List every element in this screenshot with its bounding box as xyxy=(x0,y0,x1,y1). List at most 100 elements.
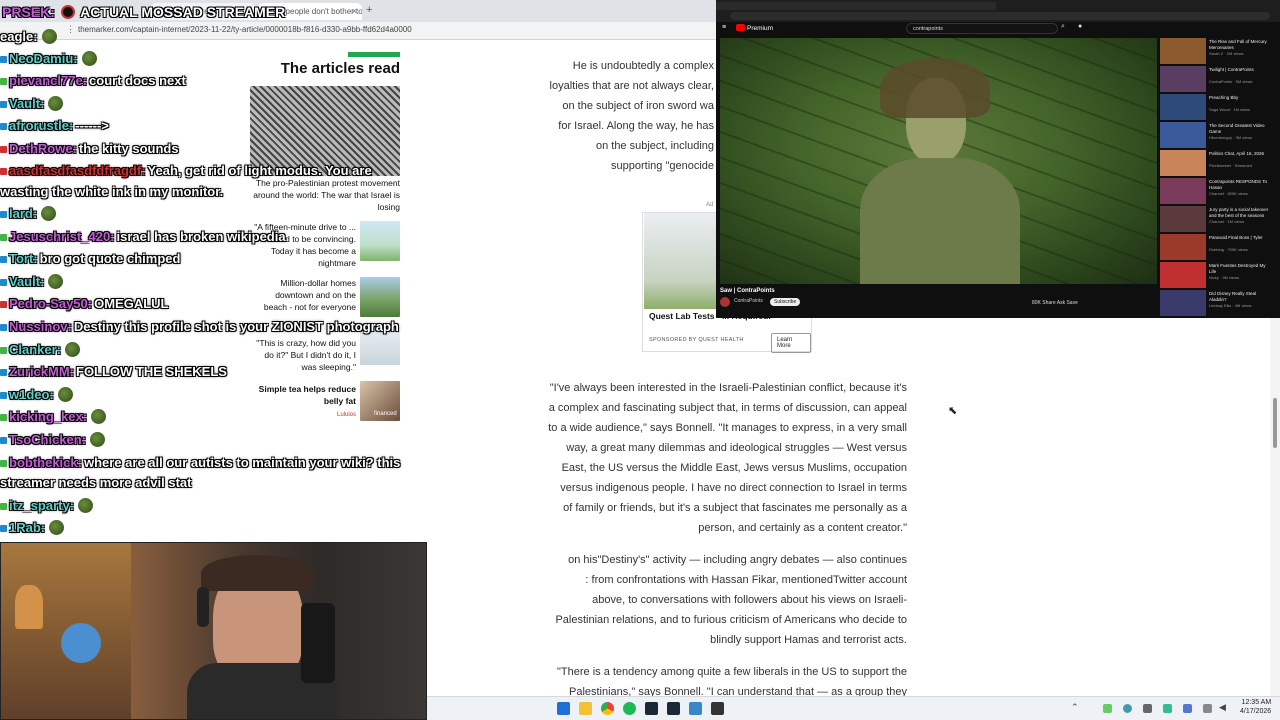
app-icon[interactable] xyxy=(711,702,724,715)
start-icon[interactable] xyxy=(557,702,570,715)
menu-icon[interactable]: ≡ xyxy=(722,24,726,31)
chat-username[interactable]: kicking_kex: xyxy=(9,409,87,424)
chat-username[interactable]: 1Rab: xyxy=(9,520,45,535)
recommendation-title[interactable]: Paranoid Final Boss | Tyler xyxy=(1209,235,1271,241)
chat-username[interactable]: Vault: xyxy=(9,96,44,111)
chat-username[interactable]: Clanker: xyxy=(9,342,61,357)
spotify-icon[interactable] xyxy=(623,702,636,715)
recommendation-thumbnail[interactable] xyxy=(1160,150,1206,176)
recommendation-item[interactable]: The Second Greatest Video Game Hbomberguy… xyxy=(1160,122,1278,148)
steam-icon[interactable] xyxy=(645,702,658,715)
recommendation-thumbnail[interactable] xyxy=(1160,206,1206,232)
chat-username[interactable]: itz_sparty: xyxy=(9,498,74,513)
chat-username[interactable]: w1deo: xyxy=(9,387,54,402)
recommendation-meta: Rubbing · 700K views xyxy=(1209,247,1248,252)
chat-username[interactable]: afrorustle: xyxy=(9,118,73,133)
chat-username[interactable]: aasdfasdfasdfdfragdf: xyxy=(9,163,146,178)
ad-image[interactable] xyxy=(644,213,716,309)
chat-message: lard: xyxy=(0,205,57,222)
chat-badge-icon xyxy=(0,168,7,176)
learn-more-button[interactable]: Learn More xyxy=(771,333,811,353)
recommendation-thumbnail[interactable] xyxy=(1160,94,1206,120)
taskbar: ⌃ ◀ xyxy=(427,696,1280,720)
recommendation-thumbnail[interactable] xyxy=(1160,122,1206,148)
tray-icon[interactable] xyxy=(1183,704,1192,713)
chat-username[interactable]: lard: xyxy=(9,206,37,221)
recommendation-title[interactable]: The Rise and Fall of Mercury Mercenaries xyxy=(1209,39,1271,50)
mic-icon[interactable]: ● xyxy=(1078,23,1082,30)
speaker-icon[interactable]: ◀ xyxy=(1219,702,1226,713)
recommendation-title[interactable]: Twilight | ContraPoints xyxy=(1209,67,1271,73)
recommendation-title[interactable]: Did Disney Really Steal Aladdin? xyxy=(1209,291,1271,302)
recommendation-meta: Channel · 800K views xyxy=(1209,191,1248,196)
recommendation-item[interactable]: Politics Chat, April 16, 2026 Pixelbomber… xyxy=(1160,150,1278,176)
youtube-logo[interactable]: Premium xyxy=(736,24,773,32)
text-line: on the subject of iron sword wa xyxy=(562,100,714,112)
recommendation-title[interactable]: Preaching Bby xyxy=(1209,95,1271,101)
recommendation-item[interactable]: Did Disney Really Steal Aladdin? Lindsay … xyxy=(1160,290,1278,316)
chat-text: OMEGALUL xyxy=(94,296,169,311)
recommendation-item[interactable]: Mark Fuentes Destroyed My Life Nicky · 2M… xyxy=(1160,262,1278,288)
tray-icon[interactable] xyxy=(1103,704,1112,713)
recommendation-thumbnail[interactable] xyxy=(1160,66,1206,92)
recommendation-item[interactable]: Contrapoints RESPONDS To Hasan Channel · … xyxy=(1160,178,1278,204)
chat-username[interactable]: ZurickMM: xyxy=(9,364,74,379)
chat-username[interactable]: Tort: xyxy=(9,251,38,266)
video-player[interactable] xyxy=(720,38,1157,284)
video-actions[interactable]: 80K Share Ask Save xyxy=(1032,300,1078,306)
tray-icon[interactable] xyxy=(1203,704,1212,713)
chat-message: 1Rab: xyxy=(0,519,65,536)
tray-overflow-icon[interactable]: ⌃ xyxy=(1071,702,1079,713)
recommendation-thumbnail[interactable] xyxy=(1160,38,1206,64)
tray-icon[interactable] xyxy=(1123,704,1132,713)
emote-icon xyxy=(78,498,94,513)
file-explorer-icon[interactable] xyxy=(579,702,592,715)
chat-username[interactable]: TsoChicken: xyxy=(9,432,86,447)
chat-username[interactable]: bobthekick: xyxy=(9,455,82,470)
channel-name[interactable]: ContraPoints xyxy=(734,298,763,304)
text-line: above, to conversations with followers a… xyxy=(592,594,907,606)
recommendation-title[interactable]: Politics Chat, April 16, 2026 xyxy=(1209,151,1271,157)
chat-username[interactable]: Pedro-Say50: xyxy=(9,296,92,311)
recommendation-item[interactable]: Preaching Bby Saga Wood · 1M views xyxy=(1160,94,1278,120)
recommendation-thumbnail[interactable] xyxy=(1160,234,1206,260)
recommendation-title[interactable]: Jury party is a social takeover and the … xyxy=(1209,207,1271,218)
youtube-tab-strip xyxy=(716,2,996,10)
chrome-icon[interactable] xyxy=(601,702,614,715)
scrollbar-thumb[interactable] xyxy=(1273,398,1277,448)
steam-icon[interactable] xyxy=(667,702,680,715)
text-line: "I've always been interested in the Isra… xyxy=(549,382,907,394)
recommendation-title[interactable]: Contrapoints RESPONDS To Hasan xyxy=(1209,179,1271,190)
tray-icon[interactable] xyxy=(1143,704,1152,713)
chat-username[interactable]: Jesuschrist_420: xyxy=(9,229,115,244)
chat-username[interactable]: pievancl77e: xyxy=(9,73,87,88)
recommendation-item[interactable]: The Rise and Fall of Mercury Mercenaries… xyxy=(1160,38,1278,64)
chat-message: Nussinov: Destiny this profile shot is yo… xyxy=(0,318,399,335)
chat-text: streamer needs more advil stat xyxy=(0,475,192,490)
youtube-address-bar[interactable] xyxy=(730,12,1270,20)
channel-avatar[interactable] xyxy=(720,297,730,307)
youtube-search-input[interactable]: contrapoints xyxy=(906,23,1058,34)
recommendation-thumbnail[interactable] xyxy=(1160,178,1206,204)
recommendation-thumbnail[interactable] xyxy=(1160,290,1206,316)
recommendation-item[interactable]: Twilight | ContraPoints ContraPoints · 5M… xyxy=(1160,66,1278,92)
recommendation-item[interactable]: Jury party is a social takeover and the … xyxy=(1160,206,1278,232)
tray-icon[interactable] xyxy=(1163,704,1172,713)
page-scrollbar[interactable] xyxy=(1270,318,1280,696)
recommendation-title[interactable]: Mark Fuentes Destroyed My Life xyxy=(1209,263,1271,274)
system-clock[interactable]: 12:35 AM 4/17/2026 xyxy=(1240,698,1271,716)
chat-text: court docs next xyxy=(89,73,186,88)
recommendation-item[interactable]: Paranoid Final Boss | Tyler Rubbing · 700… xyxy=(1160,234,1278,260)
app-icon[interactable] xyxy=(689,702,702,715)
chat-username[interactable]: NeoDamiu: xyxy=(9,51,78,66)
chat-username[interactable]: DethRowe: xyxy=(9,141,77,156)
chat-username[interactable]: Nussinov: xyxy=(9,319,72,334)
chat-username[interactable]: eagle: xyxy=(0,29,38,44)
subscribe-button[interactable]: Subscribe xyxy=(770,298,801,306)
recommendation-thumbnail[interactable] xyxy=(1160,262,1206,288)
search-icon[interactable]: ⌕ xyxy=(1061,23,1065,31)
recommendation-meta: Saga Wood · 1M views xyxy=(1209,107,1251,112)
chat-username[interactable]: Vault: xyxy=(9,274,44,289)
youtube-browser-chrome xyxy=(716,0,1280,22)
recommendation-title[interactable]: The Second Greatest Video Game xyxy=(1209,123,1271,134)
